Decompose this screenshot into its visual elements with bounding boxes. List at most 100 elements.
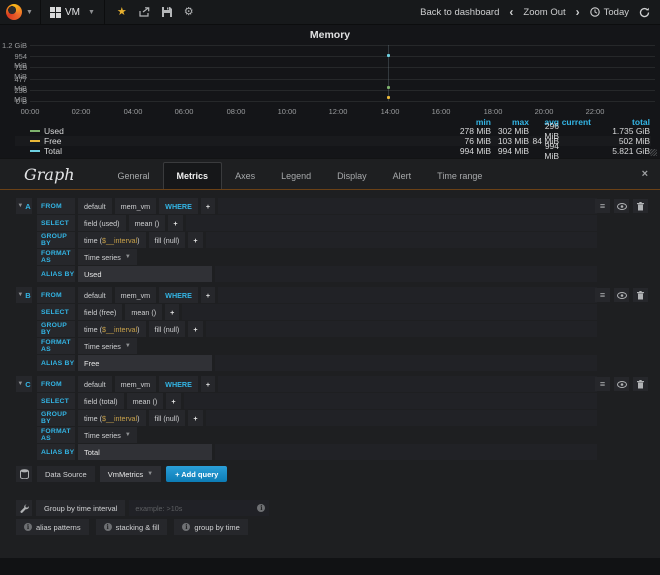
datasource-select[interactable]: VmMetrics▼: [100, 466, 161, 482]
panel-title[interactable]: Memory: [0, 29, 660, 41]
query-collapse-toggle[interactable]: ▼A: [16, 198, 32, 214]
toggle-visibility-eye-icon[interactable]: [614, 377, 629, 391]
select-field-segment[interactable]: field (free): [78, 304, 122, 320]
select-field-segment[interactable]: field (total): [78, 393, 124, 409]
query-menu-icon[interactable]: ≡: [595, 377, 610, 391]
add-condition-button[interactable]: +: [201, 287, 215, 303]
select-field-segment[interactable]: field (used): [78, 215, 126, 231]
delete-query-trash-icon[interactable]: [633, 377, 648, 391]
policy-segment[interactable]: default: [78, 287, 112, 303]
add-condition-button[interactable]: +: [201, 376, 215, 392]
interval-input[interactable]: [129, 500, 269, 516]
series-color-swatch[interactable]: [30, 130, 40, 132]
series-name[interactable]: Free: [44, 136, 61, 146]
where-segment[interactable]: WHERE: [159, 198, 198, 214]
measurement-segment[interactable]: mem_vm: [115, 198, 157, 214]
group-by-time-segment[interactable]: time ($__interval): [78, 410, 146, 426]
x-axis-tick: 06:00: [175, 107, 194, 116]
query-collapse-toggle[interactable]: ▼B: [16, 287, 32, 303]
format-as-select[interactable]: Time series▼: [78, 249, 137, 265]
series-color-swatch[interactable]: [30, 140, 40, 142]
panel-resize-handle[interactable]: [650, 149, 657, 156]
add-select-button[interactable]: +: [166, 393, 180, 409]
legend-row-used[interactable]: Used 278 MiB 302 MiB 296 MiB 1.735 GiB: [15, 126, 651, 136]
toggle-visibility-eye-icon[interactable]: [614, 288, 629, 302]
legend-col-total[interactable]: total: [591, 117, 651, 127]
policy-segment[interactable]: default: [78, 376, 112, 392]
star-icon[interactable]: ★: [117, 7, 127, 18]
query-menu-icon[interactable]: ≡: [595, 288, 610, 302]
time-shift-right-icon[interactable]: ›: [576, 5, 580, 19]
datasource-row: Data Source VmMetrics▼ + Add query: [16, 466, 232, 482]
format-as-select[interactable]: Time series▼: [78, 338, 137, 354]
back-to-dashboard-link[interactable]: Back to dashboard: [420, 7, 499, 18]
fill-segment[interactable]: fill (null): [149, 232, 186, 248]
select-fn-segment[interactable]: mean (): [127, 393, 164, 409]
info-icon: i: [104, 523, 112, 531]
tab-legend[interactable]: Legend: [268, 163, 324, 189]
x-axis-tick: 04:00: [124, 107, 143, 116]
query-collapse-toggle[interactable]: ▼C: [16, 376, 32, 392]
x-axis-tick: 02:00: [72, 107, 91, 116]
x-axis-tick: 20:00: [535, 107, 554, 116]
where-segment[interactable]: WHERE: [159, 376, 198, 392]
refresh-icon[interactable]: [639, 7, 650, 18]
series-name[interactable]: Used: [44, 126, 64, 136]
legend-col-current[interactable]: current: [559, 117, 591, 127]
alias-input[interactable]: Used: [78, 266, 212, 282]
total-data-point: [387, 54, 390, 57]
tab-axes[interactable]: Axes: [222, 163, 268, 189]
fill-segment[interactable]: fill (null): [149, 321, 186, 337]
time-shift-left-icon[interactable]: ‹: [509, 5, 513, 19]
group-by-time-help-button[interactable]: igroup by time: [174, 519, 247, 535]
add-group-by-button[interactable]: +: [188, 410, 202, 426]
save-icon[interactable]: [162, 7, 172, 17]
select-fn-segment[interactable]: mean (): [125, 304, 162, 320]
delete-query-trash-icon[interactable]: [633, 288, 648, 302]
add-select-button[interactable]: +: [165, 304, 179, 320]
add-condition-button[interactable]: +: [201, 198, 215, 214]
close-editor-icon[interactable]: ×: [642, 168, 648, 180]
legend-col-min[interactable]: min: [441, 117, 491, 127]
grafana-menu[interactable]: ▼: [0, 0, 40, 24]
alias-input[interactable]: Total: [78, 444, 212, 460]
toggle-visibility-eye-icon[interactable]: [614, 199, 629, 213]
add-group-by-button[interactable]: +: [188, 321, 202, 337]
tab-metrics[interactable]: Metrics: [163, 162, 223, 189]
legend-row-total[interactable]: Total 994 MiB 994 MiB 994 MiB 5.821 GiB: [15, 146, 651, 156]
share-icon[interactable]: [139, 7, 150, 17]
select-fn-segment[interactable]: mean (): [129, 215, 166, 231]
tab-alert[interactable]: Alert: [380, 163, 425, 189]
from-label: FROM: [37, 376, 75, 392]
wrench-icon: [16, 500, 32, 516]
alias-input[interactable]: Free: [78, 355, 212, 371]
measurement-segment[interactable]: mem_vm: [115, 287, 157, 303]
tab-general[interactable]: General: [105, 163, 163, 189]
tab-time-range[interactable]: Time range: [424, 163, 495, 189]
zoom-out-button[interactable]: Zoom Out: [523, 7, 565, 18]
tab-display[interactable]: Display: [324, 163, 380, 189]
query-menu-icon[interactable]: ≡: [595, 199, 610, 213]
settings-gear-icon[interactable]: ⚙: [184, 7, 194, 18]
group-by-time-segment[interactable]: time ($__interval): [78, 321, 146, 337]
x-axis-tick: 14:00: [381, 107, 400, 116]
add-query-button[interactable]: + Add query: [166, 466, 227, 482]
series-name[interactable]: Total: [44, 146, 62, 156]
add-group-by-button[interactable]: +: [188, 232, 202, 248]
add-select-button[interactable]: +: [168, 215, 182, 231]
measurement-segment[interactable]: mem_vm: [115, 376, 157, 392]
format-as-select[interactable]: Time series▼: [78, 427, 137, 443]
series-color-swatch[interactable]: [30, 150, 40, 152]
alias-patterns-help-button[interactable]: ialias patterns: [16, 519, 89, 535]
fill-segment[interactable]: fill (null): [149, 410, 186, 426]
policy-segment[interactable]: default: [78, 198, 112, 214]
graph-plot-area[interactable]: [30, 45, 655, 101]
legend-col-max[interactable]: max: [491, 117, 529, 127]
delete-query-trash-icon[interactable]: [633, 199, 648, 213]
stacking-fill-help-button[interactable]: istacking & fill: [96, 519, 168, 535]
dashboard-picker[interactable]: VM ▼: [40, 0, 105, 24]
group-by-label: GROUP BY: [37, 232, 75, 248]
where-segment[interactable]: WHERE: [159, 287, 198, 303]
time-picker[interactable]: Today: [590, 7, 629, 18]
group-by-time-segment[interactable]: time ($__interval): [78, 232, 146, 248]
